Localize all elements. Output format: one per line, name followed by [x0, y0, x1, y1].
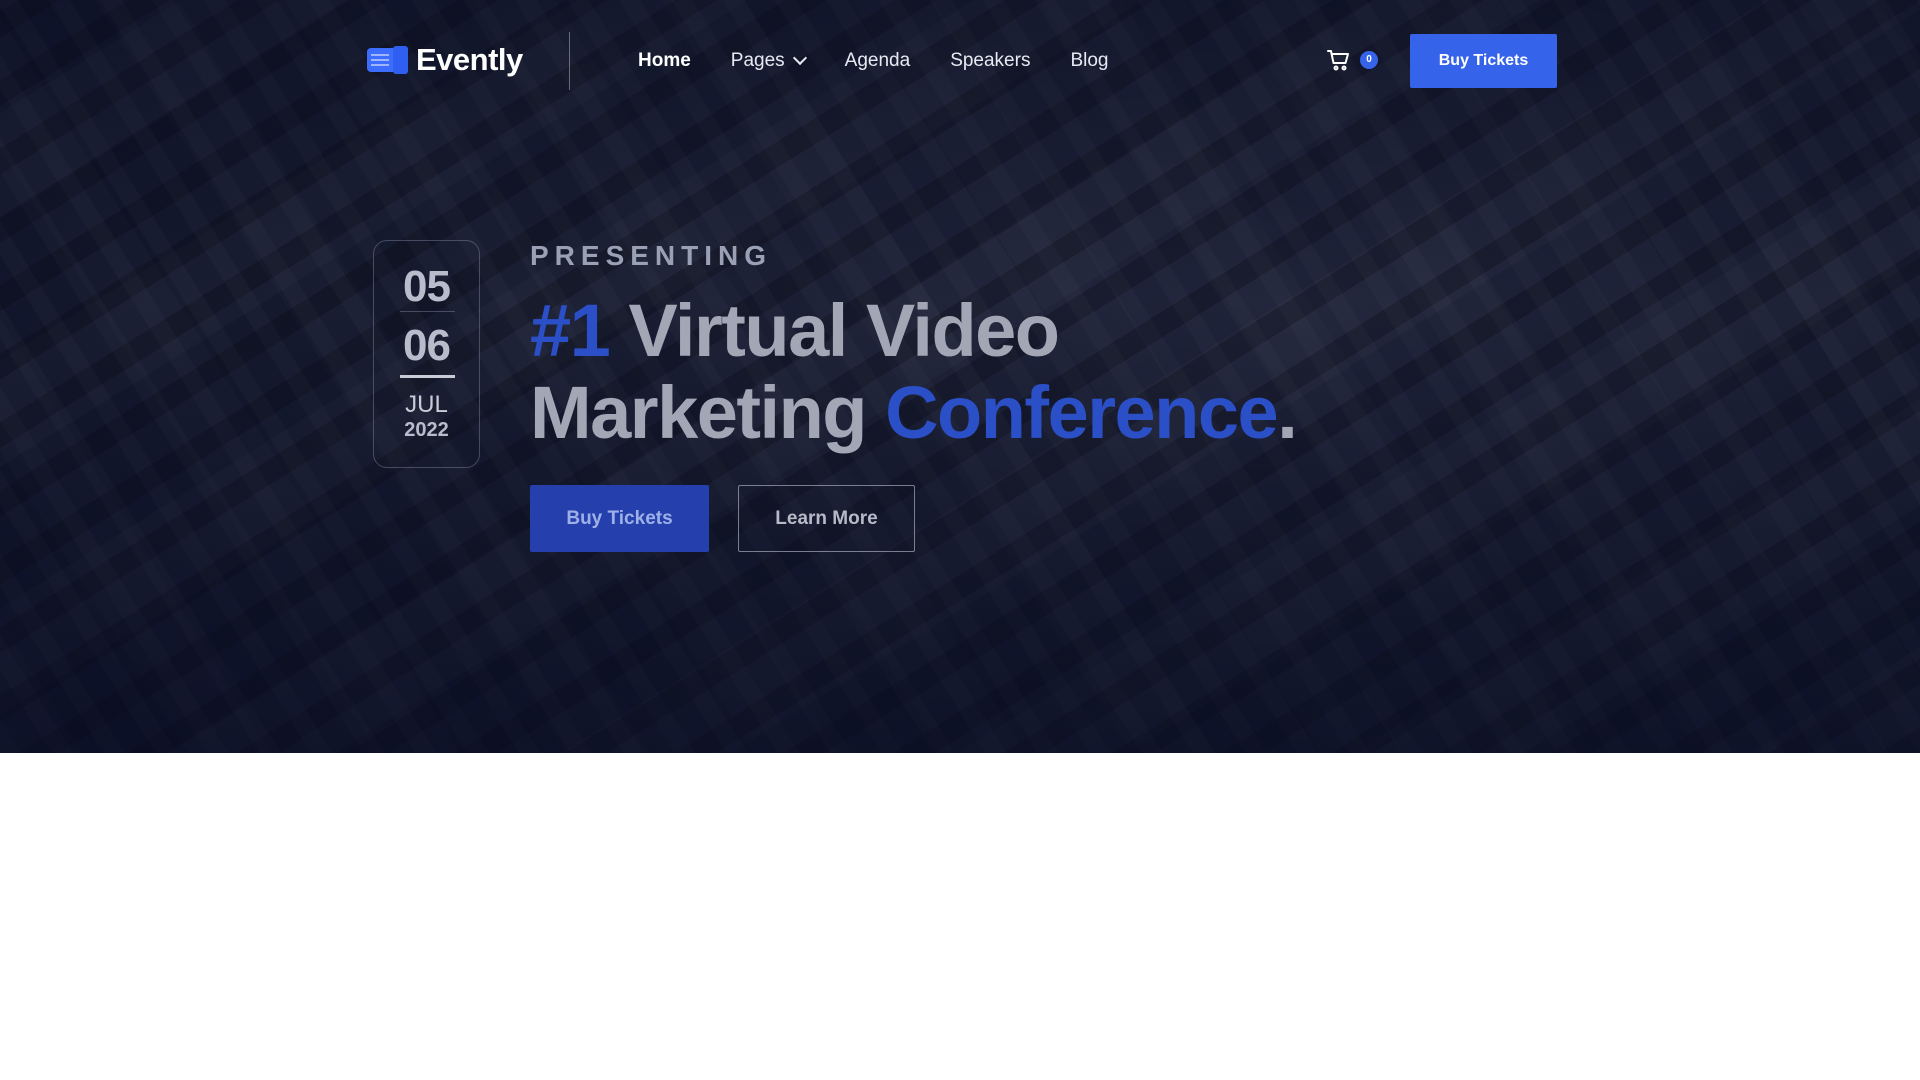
- main-nav: Home Pages Agenda Speakers Blog: [638, 50, 1149, 72]
- nav-pages[interactable]: Pages: [730, 50, 807, 72]
- date-separator: [400, 311, 455, 312]
- nav-home[interactable]: Home: [638, 50, 691, 72]
- date-day-end: 06: [403, 321, 451, 370]
- event-date-card: 05 06 JUL 2022: [373, 240, 480, 468]
- header-divider: [569, 32, 570, 90]
- brand-name: Evently: [416, 42, 523, 77]
- logo-icon: [367, 46, 408, 74]
- hero-title-highlight: Conference: [885, 371, 1279, 454]
- site-header: Evently Home Pages Agenda Speakers Blog …: [0, 0, 1920, 124]
- date-year: 2022: [404, 419, 449, 441]
- chevron-down-icon: [792, 50, 807, 66]
- hero-title: #1 Virtual Video Marketing Conference.: [530, 290, 1330, 454]
- hero-buy-tickets-button[interactable]: Buy Tickets: [530, 485, 709, 552]
- date-day-start: 05: [403, 262, 451, 311]
- hero-title-rank: #1: [530, 289, 611, 372]
- hero-eyebrow: PRESENTING: [530, 240, 773, 271]
- nav-blog[interactable]: Blog: [1070, 50, 1108, 72]
- hero-section: Evently Home Pages Agenda Speakers Blog …: [0, 0, 1920, 753]
- nav-agenda[interactable]: Agenda: [845, 50, 911, 72]
- hero-title-period: .: [1277, 371, 1298, 454]
- nav-speakers[interactable]: Speakers: [950, 50, 1030, 72]
- hero-title-line1: Virtual Video: [609, 289, 1060, 372]
- hero-title-line2: Marketing: [530, 371, 886, 454]
- nav-pages-label: Pages: [730, 50, 785, 71]
- date-separator-bold: [400, 375, 455, 378]
- header-buy-tickets-button[interactable]: Buy Tickets: [1410, 34, 1557, 88]
- hero-learn-more-button[interactable]: Learn More: [738, 485, 915, 552]
- cart-icon[interactable]: [1327, 48, 1351, 72]
- cart-count-badge: 0: [1360, 51, 1378, 69]
- date-month: JUL: [405, 391, 448, 418]
- brand-logo[interactable]: Evently: [367, 42, 523, 78]
